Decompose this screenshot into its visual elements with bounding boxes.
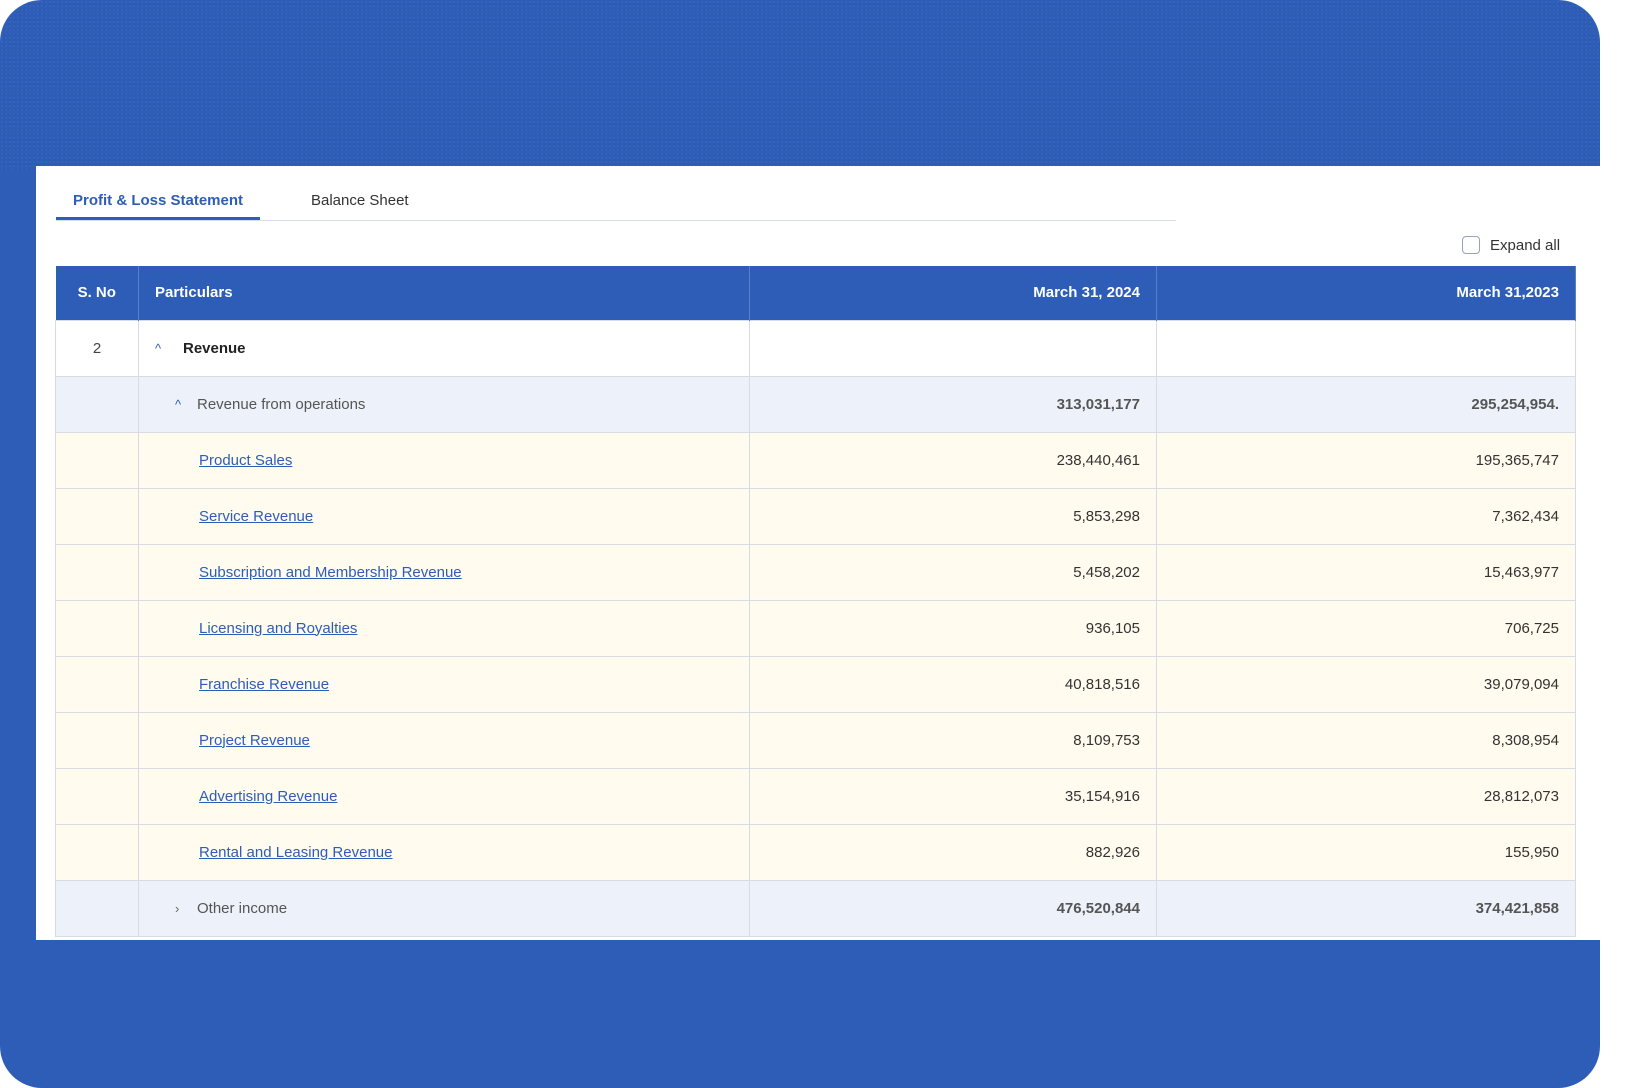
- item-sno: [55, 431, 139, 489]
- item-link[interactable]: Product Sales: [199, 452, 292, 469]
- financial-table: S. No Particulars March 31, 2024 March 3…: [55, 266, 1576, 937]
- item-sno: [55, 487, 139, 545]
- item-particulars: Project Revenue: [138, 711, 750, 769]
- header-sno: S. No: [55, 266, 139, 320]
- other-sno: [55, 879, 139, 937]
- item-particulars: Rental and Leasing Revenue: [138, 823, 750, 881]
- item-col2: 15,463,977: [1156, 543, 1576, 601]
- group-label: Revenue: [183, 339, 246, 357]
- item-col2: 195,365,747: [1156, 431, 1576, 489]
- header-march-2024: March 31, 2024: [749, 266, 1157, 320]
- item-particulars: Licensing and Royalties: [138, 599, 750, 657]
- item-col2: 155,950: [1156, 823, 1576, 881]
- item-particulars: Franchise Revenue: [138, 655, 750, 713]
- item-col1: 35,154,916: [749, 767, 1157, 825]
- item-link[interactable]: Service Revenue: [199, 508, 313, 525]
- subgroup-particulars: ^ Revenue from operations: [138, 375, 750, 433]
- tab-balance-sheet[interactable]: Balance Sheet: [311, 192, 409, 209]
- group-col1: [749, 319, 1157, 377]
- item-particulars: Service Revenue: [138, 487, 750, 545]
- table-row: Licensing and Royalties 936,105 706,725: [55, 599, 1576, 657]
- background-texture: [0, 0, 1600, 170]
- item-sno: [55, 711, 139, 769]
- item-col1: 8,109,753: [749, 711, 1157, 769]
- item-sno: [55, 543, 139, 601]
- subgroup-row-operations[interactable]: ^ Revenue from operations 313,031,177 295…: [55, 375, 1576, 433]
- item-sno: [55, 655, 139, 713]
- table-row: Franchise Revenue 40,818,516 39,079,094: [55, 655, 1576, 713]
- item-particulars: Subscription and Membership Revenue: [138, 543, 750, 601]
- item-sno: [55, 767, 139, 825]
- item-col2: 28,812,073: [1156, 767, 1576, 825]
- item-sno: [55, 599, 139, 657]
- active-tab-indicator: [56, 217, 260, 220]
- item-particulars: Product Sales: [138, 431, 750, 489]
- report-panel: Profit & Loss Statement Balance Sheet Ex…: [36, 166, 1600, 940]
- item-col2: 706,725: [1156, 599, 1576, 657]
- item-col1: 238,440,461: [749, 431, 1157, 489]
- table-header-row: S. No Particulars March 31, 2024 March 3…: [55, 266, 1576, 320]
- table-row: Rental and Leasing Revenue 882,926 155,950: [55, 823, 1576, 881]
- item-link[interactable]: Subscription and Membership Revenue: [199, 564, 462, 581]
- subgroup-col2: 295,254,954.: [1156, 375, 1576, 433]
- item-col2: 7,362,434: [1156, 487, 1576, 545]
- table-row: Service Revenue 5,853,298 7,362,434: [55, 487, 1576, 545]
- tab-profit-loss[interactable]: Profit & Loss Statement: [73, 192, 243, 209]
- other-label: Other income: [197, 899, 288, 917]
- item-link[interactable]: Project Revenue: [199, 732, 310, 749]
- group-particulars: ^ Revenue: [138, 319, 750, 377]
- expand-caret-icon[interactable]: ›: [175, 901, 189, 916]
- subgroup-row-other-income[interactable]: › Other income 476,520,844 374,421,858: [55, 879, 1576, 937]
- group-row-revenue[interactable]: 2 ^ Revenue: [55, 319, 1576, 377]
- item-col1: 40,818,516: [749, 655, 1157, 713]
- item-col1: 936,105: [749, 599, 1157, 657]
- item-sno: [55, 823, 139, 881]
- item-col1: 882,926: [749, 823, 1157, 881]
- collapse-caret-icon[interactable]: ^: [155, 341, 169, 356]
- table-row: Advertising Revenue 35,154,916 28,812,073: [55, 767, 1576, 825]
- other-col1: 476,520,844: [749, 879, 1157, 937]
- other-col2: 374,421,858: [1156, 879, 1576, 937]
- item-link[interactable]: Licensing and Royalties: [199, 620, 357, 637]
- table-row: Subscription and Membership Revenue 5,458…: [55, 543, 1576, 601]
- expand-all-checkbox[interactable]: [1462, 236, 1480, 254]
- tab-bar: Profit & Loss Statement Balance Sheet: [56, 166, 1176, 221]
- item-particulars: Advertising Revenue: [138, 767, 750, 825]
- other-particulars: › Other income: [138, 879, 750, 937]
- item-col2: 39,079,094: [1156, 655, 1576, 713]
- group-col2: [1156, 319, 1576, 377]
- subgroup-label: Revenue from operations: [197, 395, 366, 413]
- expand-all-toggle[interactable]: Expand all: [1462, 234, 1560, 256]
- item-col2: 8,308,954: [1156, 711, 1576, 769]
- item-link[interactable]: Advertising Revenue: [199, 788, 337, 805]
- table-row: Product Sales 238,440,461 195,365,747: [55, 431, 1576, 489]
- table-row: Project Revenue 8,109,753 8,308,954: [55, 711, 1576, 769]
- group-sno: 2: [55, 319, 139, 377]
- item-col1: 5,458,202: [749, 543, 1157, 601]
- item-col1: 5,853,298: [749, 487, 1157, 545]
- subgroup-sno: [55, 375, 139, 433]
- header-march-2023: March 31,2023: [1156, 266, 1576, 320]
- item-link[interactable]: Franchise Revenue: [199, 676, 329, 693]
- header-particulars: Particulars: [138, 266, 750, 320]
- expand-all-label: Expand all: [1490, 236, 1561, 254]
- item-link[interactable]: Rental and Leasing Revenue: [199, 844, 392, 861]
- collapse-caret-icon[interactable]: ^: [175, 397, 189, 412]
- subgroup-col1: 313,031,177: [749, 375, 1157, 433]
